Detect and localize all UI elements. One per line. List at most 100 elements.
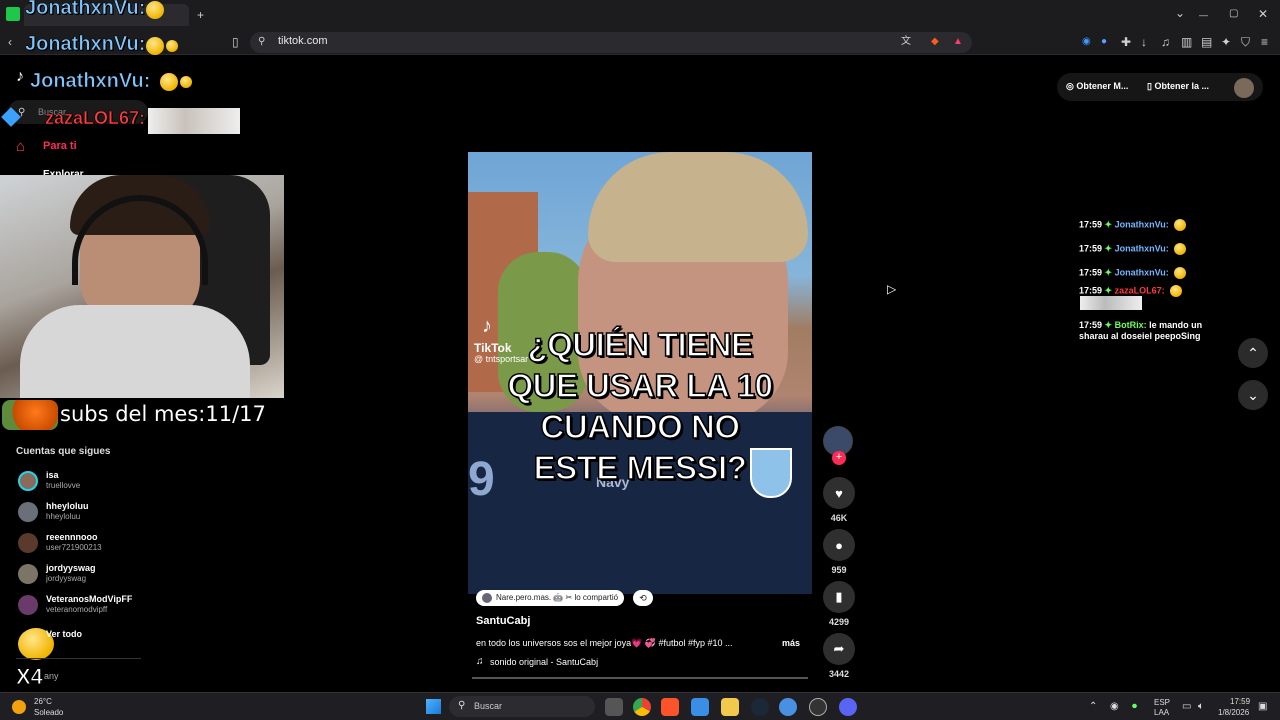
next-video-button[interactable]: ⌄ <box>1238 380 1268 410</box>
following-name: jordyyswag <box>46 563 96 573</box>
overlay-chat-name-2: JonathxnVu: <box>25 33 146 56</box>
follow-plus-icon[interactable]: + <box>832 451 846 465</box>
video-author[interactable]: SantuCabj <box>476 615 530 627</box>
following-item[interactable]: isa truellovve <box>16 469 166 495</box>
menu-icon[interactable]: ≡ <box>1261 35 1268 49</box>
following-item[interactable]: jordyyswag jordyyswag <box>16 562 166 588</box>
video-progress-bar[interactable] <box>472 677 808 679</box>
chat-message: 17:59 ✦ JonathxnVu: <box>1079 267 1187 279</box>
extensions-icon[interactable]: ◉ <box>1082 35 1091 49</box>
minimize-button[interactable]: — <box>1199 8 1208 22</box>
mouse-cursor-icon: ▷ <box>887 282 897 296</box>
discord-icon[interactable] <box>839 698 857 716</box>
app-c-icon[interactable] <box>779 698 797 716</box>
avatar <box>18 533 38 553</box>
music-note-icon: ♫ <box>476 656 484 667</box>
sound-label[interactable]: sonido original - SantuCabj <box>490 657 598 667</box>
streamer-shirt <box>20 305 250 398</box>
chat-emoji-icon <box>1174 267 1187 279</box>
app-g-icon[interactable] <box>809 698 827 716</box>
url-field[interactable] <box>250 32 972 53</box>
steam-icon[interactable] <box>751 698 769 716</box>
tray-mic-icon[interactable]: ⏺ <box>1132 701 1137 712</box>
chat-text-continued: sharau al doseiel peepoSing <box>1079 331 1201 341</box>
get-app-button[interactable]: ▯ Obtener la ... <box>1147 81 1209 92</box>
brave-icon[interactable] <box>661 698 679 716</box>
maximize-button[interactable]: ▢ <box>1229 7 1238 21</box>
video-player[interactable]: 9 Navy ♪ TikTok @ tntsportsar ¿QUIÉN TIE… <box>468 152 812 594</box>
chrome-icon[interactable] <box>633 698 651 716</box>
subs-label: subs del mes:11/17 <box>60 402 266 426</box>
close-window-button[interactable]: ✕ <box>1258 7 1268 21</box>
chat-emoji-icon <box>1174 243 1187 255</box>
sidebar-icon[interactable]: ▥ <box>1181 35 1192 49</box>
chat-badge-icon: ✦ <box>1102 243 1115 254</box>
tray-discord-icon[interactable]: ◉ <box>1110 701 1119 712</box>
chat-time: 17:59 <box>1079 219 1103 230</box>
following-item[interactable]: hheyloluu hheyloluu <box>16 500 166 526</box>
avatar <box>18 471 38 491</box>
chat-message: 17:59 ✦ BotRix: le mando un <box>1079 320 1202 331</box>
clock-time[interactable]: 17:59 <box>1230 697 1250 706</box>
vpn-icon[interactable]: ⛉ <box>1241 35 1250 49</box>
get-coins-button[interactable]: ◎ Obtener M... <box>1066 81 1128 92</box>
nav-for-you[interactable]: Para ti <box>43 140 77 152</box>
chat-username: zazaLOL67: <box>1114 285 1165 296</box>
lang-1[interactable]: ESP <box>1154 698 1170 707</box>
comment-button[interactable]: ● <box>823 529 855 561</box>
network-icon[interactable]: ▭ <box>1182 701 1191 712</box>
new-tab-button[interactable]: + <box>197 8 204 22</box>
chat-badge-icon: ✦ <box>1102 267 1115 278</box>
chat-emote-image <box>1080 296 1142 310</box>
taskbar-search[interactable] <box>449 696 595 717</box>
tray-chevron-icon[interactable]: ⌃ <box>1089 701 1097 712</box>
start-button[interactable] <box>426 699 441 714</box>
overlay-emoji-icon <box>160 73 192 91</box>
task-view-icon[interactable] <box>605 698 623 716</box>
puzzle-icon[interactable]: ✚ <box>1121 35 1131 49</box>
back-icon[interactable]: ‹ <box>8 35 12 49</box>
ai-icon[interactable]: ✦ <box>1221 35 1231 49</box>
explorer-icon[interactable] <box>721 698 739 716</box>
bookmark-icon[interactable]: ▯ <box>232 35 239 49</box>
shared-by-text: Nare.pero.mas. 🤖 ✂ lo compartió <box>496 593 619 602</box>
chat-time: 17:59 <box>1079 320 1103 330</box>
profile-avatar[interactable] <box>1234 78 1254 98</box>
more-link[interactable]: más <box>782 638 800 648</box>
rewards-icon[interactable]: ▲ <box>953 35 963 49</box>
chat-emoji-icon <box>1170 285 1183 297</box>
wallet-icon[interactable]: ▤ <box>1201 35 1212 49</box>
like-count: 46K <box>830 513 848 523</box>
share-button[interactable]: ➦ <box>823 633 855 665</box>
taskbar-search-icon: ⚲ <box>458 700 466 711</box>
music-icon[interactable]: ♫ <box>1161 35 1170 49</box>
notification-icon[interactable]: ▣ <box>1258 701 1267 712</box>
translate-icon[interactable]: 文 <box>901 35 911 49</box>
tab-list-icon[interactable]: ⌄ <box>1175 6 1185 20</box>
extension-blue-icon[interactable]: ● <box>1101 35 1107 49</box>
weather-desc: Soleado <box>34 708 64 717</box>
weather-icon[interactable] <box>12 700 26 714</box>
lang-2[interactable]: LAA <box>1154 708 1169 717</box>
avatar <box>18 564 38 584</box>
shield-icon[interactable]: ◆ <box>931 35 939 49</box>
like-button[interactable]: ♥ <box>823 477 855 509</box>
clock-date[interactable]: 1/8/2026 <box>1218 708 1249 717</box>
store-icon[interactable] <box>691 698 709 716</box>
save-button[interactable]: ▮ <box>823 581 855 613</box>
chat-badge-icon: ✦ <box>1102 219 1115 230</box>
following-handle: veteranomodvipff <box>46 605 108 614</box>
following-item[interactable]: reeennnooo user721900213 <box>16 531 166 557</box>
home-icon[interactable]: ⌂ <box>16 138 25 155</box>
repost-icon[interactable]: ⟲ <box>633 590 653 606</box>
following-item[interactable]: VeteranosModVipFF veteranomodvipff <box>16 593 166 619</box>
see-all-link[interactable]: Ver todo <box>46 629 82 639</box>
volume-icon[interactable]: 🔈︎ <box>1198 701 1204 712</box>
download-icon[interactable]: ↓ <box>1141 35 1147 49</box>
prev-video-button[interactable]: ⌃ <box>1238 338 1268 368</box>
following-handle: truellovve <box>46 481 81 490</box>
shared-by-badge[interactable]: Nare.pero.mas. 🤖 ✂ lo compartió <box>476 590 625 606</box>
site-info-icon[interactable]: ⚲ <box>258 35 265 49</box>
divider <box>16 658 141 659</box>
video-description: en todo los universos sos el mejor joya💗… <box>476 638 733 648</box>
